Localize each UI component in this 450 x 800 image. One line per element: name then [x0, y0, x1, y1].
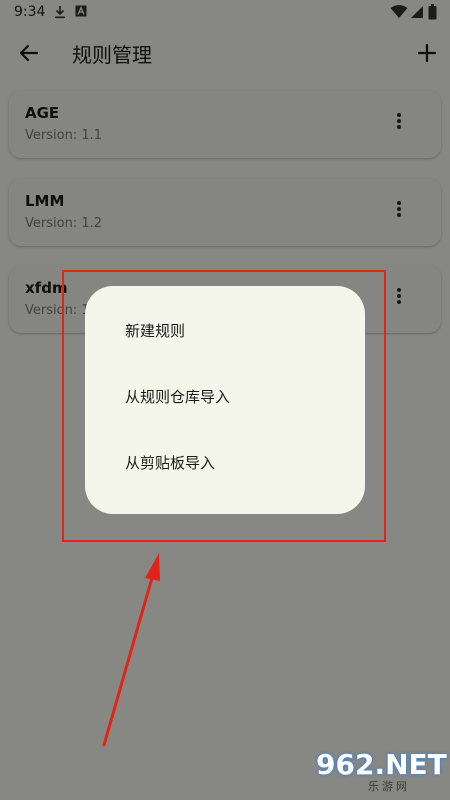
watermark-logo: 962.NET 乐游网: [308, 748, 447, 796]
menu-item-new-rule[interactable]: 新建规则: [85, 298, 365, 364]
watermark-brand: 962.NET: [316, 748, 447, 781]
menu-item-import-from-repository[interactable]: 从规则仓库导入: [85, 364, 365, 430]
watermark-sub: 乐游网: [368, 780, 410, 793]
menu-item-import-from-clipboard[interactable]: 从剪贴板导入: [85, 430, 365, 496]
add-rule-menu: 新建规则 从规则仓库导入 从剪贴板导入: [85, 286, 365, 514]
